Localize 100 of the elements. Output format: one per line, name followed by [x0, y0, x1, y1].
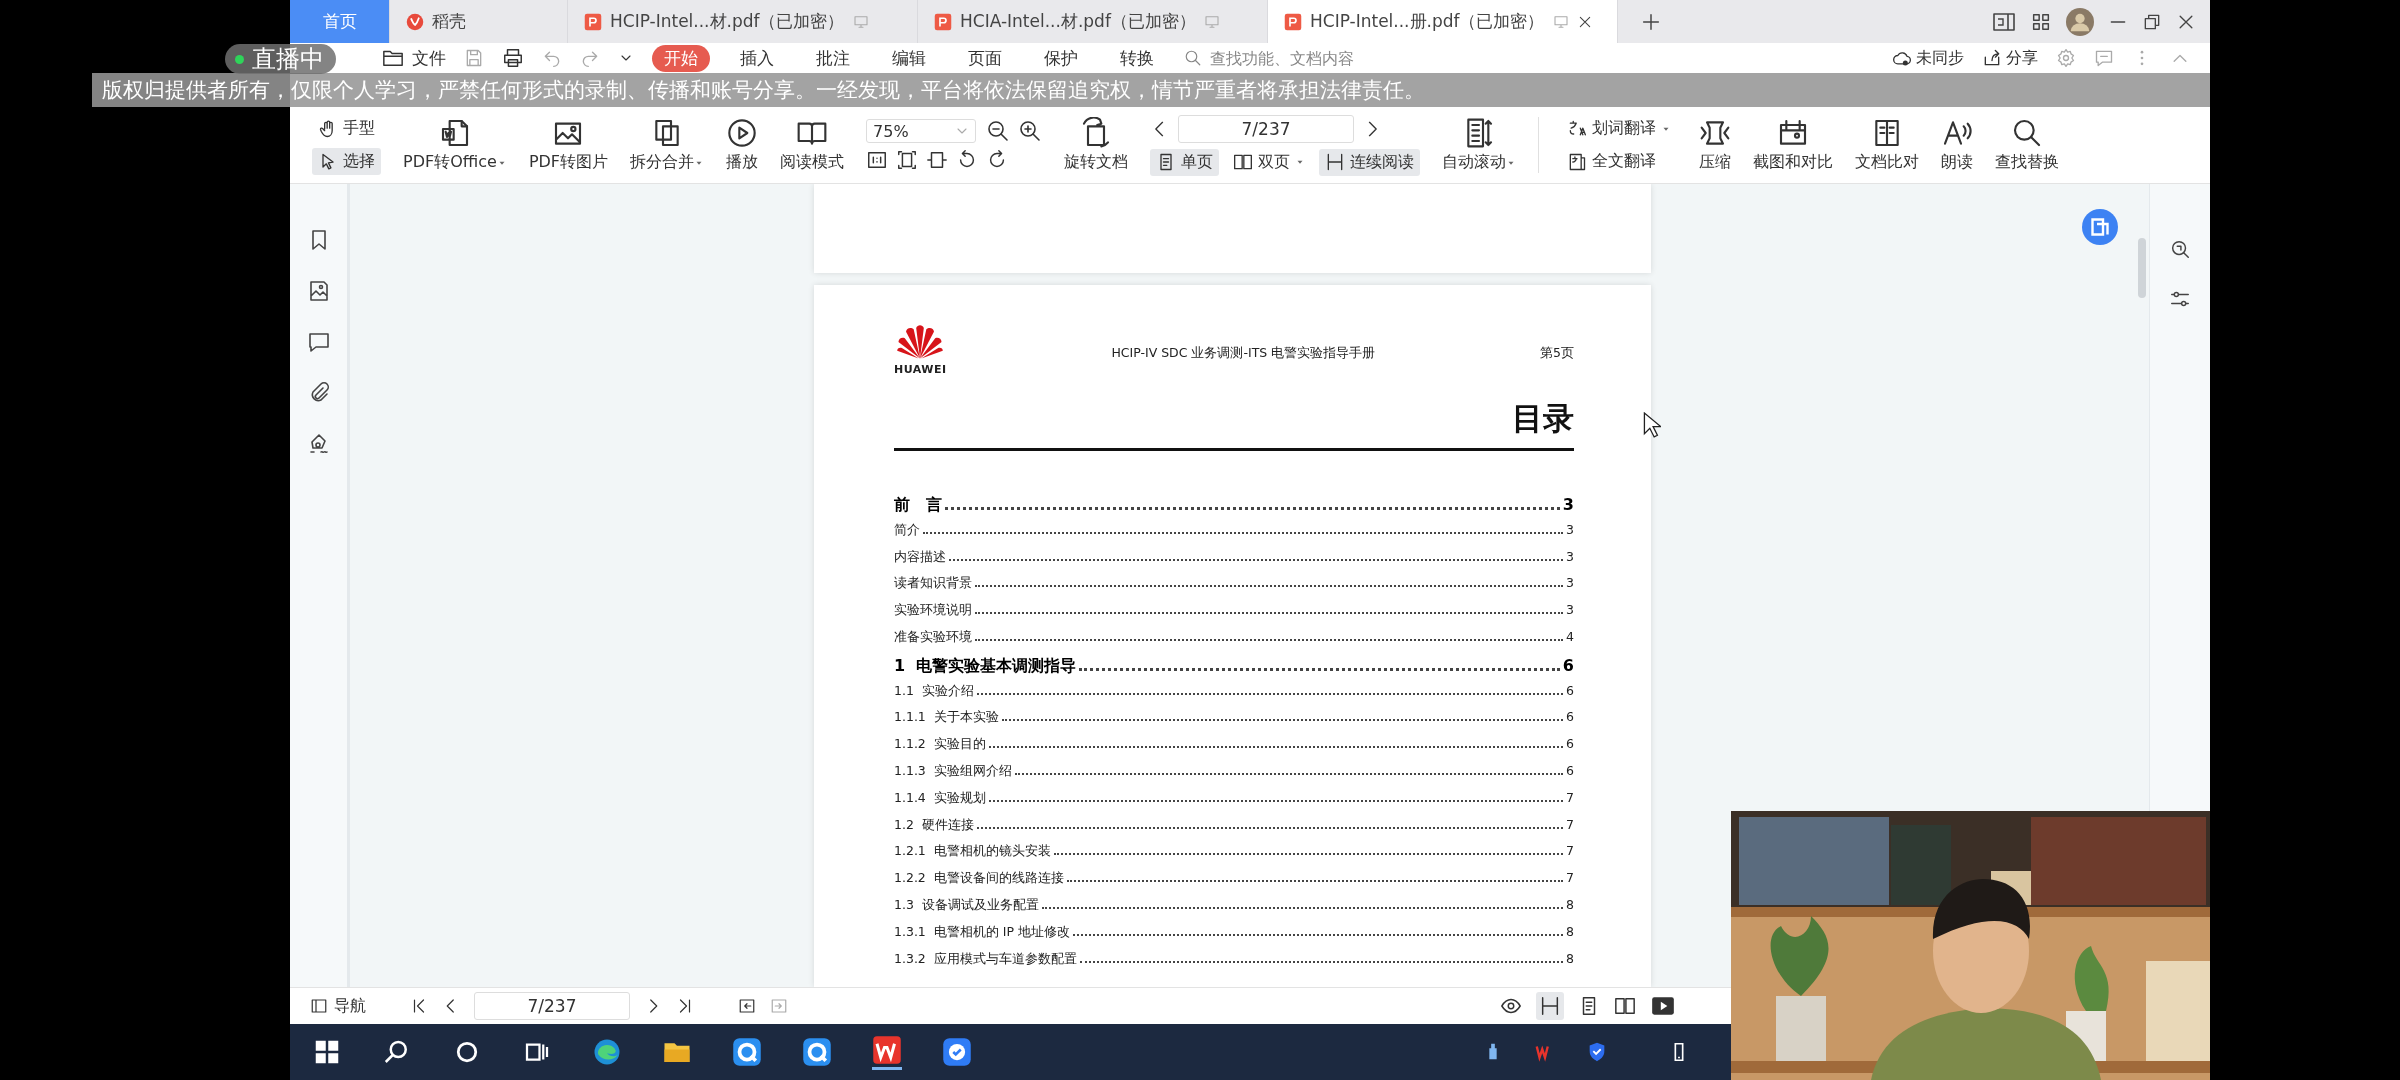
docer-logo-icon: [406, 12, 424, 31]
toolbar-button[interactable]: 朗读: [1941, 117, 1974, 173]
toc-entry[interactable]: 1.1.1 关于本实验: [894, 709, 999, 727]
zoom-out-icon[interactable]: [986, 119, 1011, 143]
view-button[interactable]: 单页: [1150, 148, 1220, 176]
toc-page-number: 3: [1566, 575, 1574, 591]
toc-page-number: 6: [1562, 655, 1574, 675]
tab[interactable]: 稻壳: [390, 0, 568, 43]
toc-page-number: 3: [1566, 521, 1574, 537]
toolbar-button[interactable]: 阅读模式: [780, 117, 845, 173]
toolbar-button[interactable]: 压缩: [1699, 117, 1732, 173]
tab[interactable]: HCIP-Intel...册.pdf（已加密）: [1268, 0, 1618, 43]
toc-page-number: 3: [1566, 602, 1574, 618]
toolbar-button[interactable]: 旋转文档: [1064, 117, 1129, 173]
app-icon[interactable]: [732, 1037, 762, 1067]
toc-entry[interactable]: 1 电警实验基本调测指导: [894, 655, 1077, 677]
tab[interactable]: HCIP-Intel...材.pdf（已加密）: [568, 0, 918, 43]
toc-entry[interactable]: 1.2 硬件连接: [894, 816, 974, 834]
live-badge: 直播中: [225, 44, 336, 74]
browser-icon[interactable]: [592, 1037, 622, 1067]
menu-tab[interactable]: 页面: [956, 44, 1014, 72]
panel-icon: [310, 997, 328, 1015]
page-number: 第5页: [1540, 345, 1574, 362]
toolbar-button[interactable]: PDF转图片: [528, 117, 609, 173]
toc-entry[interactable]: 1.2.1 电警相机的镜头安装: [894, 843, 1051, 861]
fit-page-icon[interactable]: [896, 149, 919, 171]
page-field[interactable]: 7/237: [1178, 114, 1355, 143]
toc-page-number: 7: [1566, 816, 1574, 832]
office-app-icon[interactable]: [872, 1034, 902, 1070]
share-icon: [1982, 48, 2002, 68]
continuous-page-icon[interactable]: [1536, 992, 1564, 1020]
toc-page-number: 6: [1566, 709, 1574, 725]
comment-icon[interactable]: [306, 330, 331, 354]
toc-entry[interactable]: 读者知识背景: [894, 575, 972, 593]
menu-tab[interactable]: 批注: [804, 44, 862, 72]
toc-entry[interactable]: 准备实验环境: [894, 629, 972, 646]
scrollbar-thumb[interactable]: [2138, 238, 2146, 298]
share-button[interactable]: 分享: [1982, 47, 2038, 69]
document-title: 目录: [1511, 399, 1574, 438]
toolbar-button[interactable]: 文档比对: [1855, 117, 1920, 173]
app-icon[interactable]: [942, 1037, 972, 1067]
toc-entry[interactable]: 1.3 设备调试及业务配置: [894, 896, 1039, 914]
toc-page-number: 7: [1566, 789, 1574, 805]
toc-page-number: 6: [1566, 762, 1574, 778]
toc-entry[interactable]: 1.2.2 电警设备间的线路连接: [894, 870, 1064, 888]
floating-tool-icon[interactable]: [2082, 209, 2118, 245]
toc-page-number: 7: [1566, 870, 1574, 886]
copyright-notice: 版权归提供者所有，仅限个人学习，严禁任何形式的录制、传播和账号分享。一经发现，平台将依法保留追究权，情节严重者将承担法律责任。: [101, 77, 1425, 104]
file-menu[interactable]: 文件: [412, 46, 446, 70]
zoom-field[interactable]: 75%: [866, 119, 977, 143]
toc-page-number: 6: [1566, 682, 1574, 698]
translate-button[interactable]: 划词翻译: [1561, 115, 1678, 142]
sync-button[interactable]: 未同步: [1892, 47, 1964, 69]
toolbar-button[interactable]: 截图和对比: [1753, 117, 1834, 173]
header-title: HCIP-IV SDC 业务调测-ITS 电警实验指导手册: [1111, 345, 1376, 362]
toc-entry[interactable]: 1.1.2 实验目的: [894, 736, 986, 754]
navigation-button[interactable]: 导航: [310, 995, 366, 1017]
avatar-icon[interactable]: [2066, 7, 2094, 36]
toc-entry[interactable]: 1.3.2 应用模式与车道参数配置: [894, 950, 1077, 968]
toolbar-button[interactable]: 查找替换: [1995, 117, 2060, 173]
zoom-icon[interactable]: [2169, 238, 2191, 260]
zoom-in-icon[interactable]: [1018, 119, 1043, 143]
toolbar-button[interactable]: PDF转Office: [403, 117, 507, 173]
toolbar-button[interactable]: 自动滚动: [1442, 117, 1517, 173]
search-field[interactable]: 查找功能、文档内容: [1208, 47, 1402, 69]
menu-tab[interactable]: 编辑: [880, 44, 938, 72]
toc-entry[interactable]: 1.1 实验介绍: [894, 682, 974, 700]
toc-entry[interactable]: 1.1.4 实验规划: [894, 789, 986, 807]
toc-page-number: 8: [1566, 923, 1574, 939]
search-icon: [1184, 49, 1202, 67]
toolbar-button[interactable]: 播放: [726, 117, 759, 173]
toc-page-number: 3: [1562, 495, 1574, 514]
back-icon[interactable]: [738, 997, 756, 1015]
toc-entry[interactable]: 1.1.3 实验组网介绍: [894, 762, 1012, 780]
toc-entry[interactable]: 内容描述: [894, 548, 946, 566]
toc-page-number: 8: [1566, 896, 1574, 912]
toc-entry[interactable]: 前 言: [894, 495, 942, 516]
toc-page-number: 8: [1566, 950, 1574, 966]
menu-tab[interactable]: 插入: [728, 44, 786, 72]
menu-tab[interactable]: 保护: [1032, 44, 1090, 72]
toc-entry[interactable]: 1.3.1 电警相机的 IP 地址修改: [894, 923, 1070, 941]
pdf-file-icon: [1284, 12, 1302, 31]
translate-button[interactable]: 全文翻译: [1561, 148, 1678, 175]
toc-page-number: 6: [1566, 736, 1574, 752]
page-field[interactable]: 7/237: [474, 992, 630, 1020]
toolbar-button[interactable]: 拆分合并: [630, 117, 705, 173]
actual-size-icon[interactable]: [866, 149, 889, 171]
tool-button[interactable]: 选择: [312, 148, 381, 175]
print-icon[interactable]: [502, 47, 524, 69]
view-button[interactable]: 双页: [1227, 148, 1312, 176]
menu-tab[interactable]: 转换: [1108, 44, 1166, 72]
toc-entry[interactable]: 实验环境说明: [894, 602, 972, 620]
view-button[interactable]: 连续阅读: [1319, 148, 1421, 176]
pdf-file-icon: [584, 12, 602, 31]
tool-button[interactable]: 手型: [312, 115, 381, 142]
app-icon[interactable]: [802, 1037, 832, 1067]
double-page-icon[interactable]: [1614, 995, 1636, 1017]
menu-tab[interactable]: 开始: [652, 44, 710, 72]
toc-entry[interactable]: 简介: [894, 521, 920, 539]
fit-width-icon[interactable]: [926, 149, 949, 171]
